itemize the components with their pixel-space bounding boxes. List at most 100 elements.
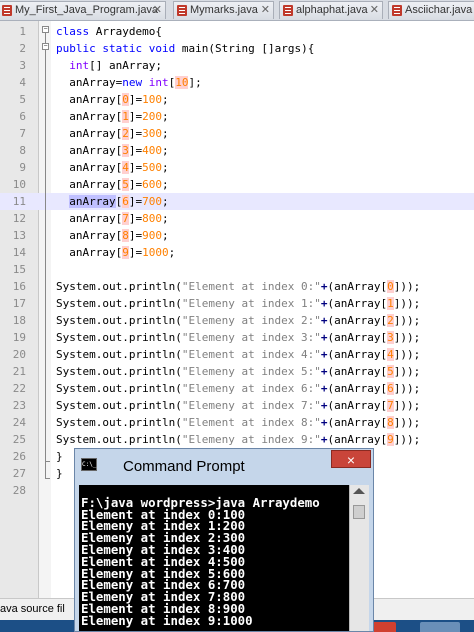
line-number: 12 xyxy=(12,212,26,225)
line-number: 19 xyxy=(12,331,26,344)
tab-my-first-java-program[interactable]: My_First_Java_Program.java ✕ xyxy=(0,1,166,19)
code-line[interactable]: 11 anArray[6]=700; xyxy=(0,193,474,210)
code-line[interactable]: 24 System.out.println("Element at index 8… xyxy=(0,414,474,431)
code-line[interactable]: 16 System.out.println("Element at index 0… xyxy=(0,278,474,295)
code-text: System.out.println("Elemeny at index 6:"… xyxy=(56,382,421,395)
code-line[interactable]: 9 anArray[4]=500; xyxy=(0,159,474,176)
code-line[interactable]: 22 System.out.println("Elemeny at index 6… xyxy=(0,380,474,397)
line-number: 4 xyxy=(19,76,26,89)
code-line[interactable]: 3 int[] anArray; xyxy=(0,57,474,74)
code-line[interactable]: 5 anArray[0]=100; xyxy=(0,91,474,108)
close-icon[interactable]: ✕ xyxy=(261,3,270,16)
line-number: 7 xyxy=(19,127,26,140)
fold-line xyxy=(45,33,46,43)
code-text: System.out.println("Elemeny at index 2:"… xyxy=(56,314,421,327)
tab-bar: My_First_Java_Program.java ✕ Mymarks.jav… xyxy=(0,0,474,21)
line-number: 23 xyxy=(12,399,26,412)
code-text: anArray[8]=900; xyxy=(56,229,169,242)
code-line[interactable]: 14 anArray[9]=1000; xyxy=(0,244,474,261)
console-output[interactable]: F:\java wordpress>java Arraydemo Element … xyxy=(79,485,349,631)
scroll-up-icon[interactable] xyxy=(353,488,365,494)
file-icon xyxy=(177,5,187,16)
tab-label: alphaphat.java xyxy=(296,4,368,16)
scroll-thumb[interactable] xyxy=(353,505,365,519)
line-number: 13 xyxy=(12,229,26,242)
line-number: 3 xyxy=(19,59,26,72)
code-line[interactable]: 25 System.out.println("Elemeny at index 9… xyxy=(0,431,474,448)
code-text: anArray[7]=800; xyxy=(56,212,169,225)
code-line[interactable]: 18 System.out.println("Elemeny at index 2… xyxy=(0,312,474,329)
close-button[interactable]: × xyxy=(331,450,371,468)
code-line[interactable]: 20 System.out.println("Element at index 4… xyxy=(0,346,474,363)
tab-alphaphat[interactable]: alphaphat.java ✕ xyxy=(279,1,383,19)
code-text: System.out.println("Elemeny at index 9:"… xyxy=(56,433,421,446)
code-line[interactable]: 4 anArray=new int[10]; xyxy=(0,74,474,91)
line-number: 1 xyxy=(19,25,26,38)
line-number: 17 xyxy=(12,297,26,310)
code-text: System.out.println("Element at index 0:"… xyxy=(56,280,421,293)
code-line[interactable]: 19 System.out.println("Elemeny at index 3… xyxy=(0,329,474,346)
line-number: 28 xyxy=(12,484,26,497)
tab-asciichar[interactable]: Asciichar.java xyxy=(388,1,474,19)
line-number: 9 xyxy=(19,161,26,174)
line-number: 26 xyxy=(12,450,26,463)
taskbar-app[interactable] xyxy=(420,622,460,632)
command-prompt-window[interactable]: C:\_ Command Prompt × F:\java wordpress>… xyxy=(74,448,374,632)
tab-label: Asciichar.java xyxy=(405,4,473,16)
code-line[interactable]: 23 System.out.println("Elemeny at index 7… xyxy=(0,397,474,414)
code-line[interactable]: 17 System.out.println("Elemeny at index 1… xyxy=(0,295,474,312)
code-text: } xyxy=(56,450,63,463)
code-line[interactable]: 1 class Arraydemo{ xyxy=(0,23,474,40)
line-number: 16 xyxy=(12,280,26,293)
code-text: anArray[1]=200; xyxy=(56,110,169,123)
code-text: int[] anArray; xyxy=(69,59,162,72)
line-number: 22 xyxy=(12,382,26,395)
file-icon xyxy=(2,5,12,16)
status-file-type: ava source fil xyxy=(0,603,65,615)
fold-line xyxy=(45,50,46,462)
line-number: 11 xyxy=(12,195,26,208)
code-line[interactable]: 12 anArray[7]=800; xyxy=(0,210,474,227)
line-number: 8 xyxy=(19,144,26,157)
code-text: System.out.println("Elemeny at index 7:"… xyxy=(56,399,421,412)
fold-toggle-icon[interactable]: − xyxy=(42,26,49,33)
code-text: anArray[5]=600; xyxy=(56,178,169,191)
tab-mymarks[interactable]: Mymarks.java ✕ xyxy=(173,1,274,19)
code-text: } xyxy=(56,467,63,480)
code-text: anArray[0]=100; xyxy=(56,93,169,106)
tab-label: Mymarks.java xyxy=(190,4,258,16)
code-line[interactable]: 6 anArray[1]=200; xyxy=(0,108,474,125)
scrollbar[interactable] xyxy=(349,485,369,631)
code-line[interactable]: 21 System.out.println("Elemeny at index 5… xyxy=(0,363,474,380)
code-line[interactable]: 15 xyxy=(0,261,474,278)
line-number: 21 xyxy=(12,365,26,378)
fold-line xyxy=(45,478,50,479)
line-number: 27 xyxy=(12,467,26,480)
code-line[interactable]: 13 anArray[8]=900; xyxy=(0,227,474,244)
code-text: public static void main(String []args){ xyxy=(56,42,315,55)
window-title: Command Prompt xyxy=(123,458,245,475)
close-icon[interactable]: ✕ xyxy=(370,3,379,16)
close-icon[interactable]: ✕ xyxy=(153,3,162,16)
code-text: System.out.println("Elemeny at index 3:"… xyxy=(56,331,421,344)
code-text: anArray[3]=400; xyxy=(56,144,169,157)
code-line[interactable]: 10 anArray[5]=600; xyxy=(0,176,474,193)
line-number: 6 xyxy=(19,110,26,123)
file-icon xyxy=(283,5,293,16)
code-text: System.out.println("Element at index 8:"… xyxy=(56,416,421,429)
code-text: class Arraydemo{ xyxy=(56,25,162,38)
fold-line xyxy=(45,462,46,479)
code-line[interactable]: 2 public static void main(String []args){ xyxy=(0,40,474,57)
line-number: 20 xyxy=(12,348,26,361)
line-number: 24 xyxy=(12,416,26,429)
console-line: Elemeny at index 9:1000 xyxy=(81,612,253,628)
tab-label: My_First_Java_Program.java xyxy=(15,4,159,16)
fold-toggle-icon[interactable]: − xyxy=(42,43,49,50)
code-text: anArray[2]=300; xyxy=(56,127,169,140)
line-number: 18 xyxy=(12,314,26,327)
code-line[interactable]: 8 anArray[3]=400; xyxy=(0,142,474,159)
window-title-bar[interactable]: C:\_ Command Prompt × xyxy=(75,449,373,483)
line-number: 5 xyxy=(19,93,26,106)
code-text: anArray=new int[10]; xyxy=(56,76,202,89)
code-line[interactable]: 7 anArray[2]=300; xyxy=(0,125,474,142)
